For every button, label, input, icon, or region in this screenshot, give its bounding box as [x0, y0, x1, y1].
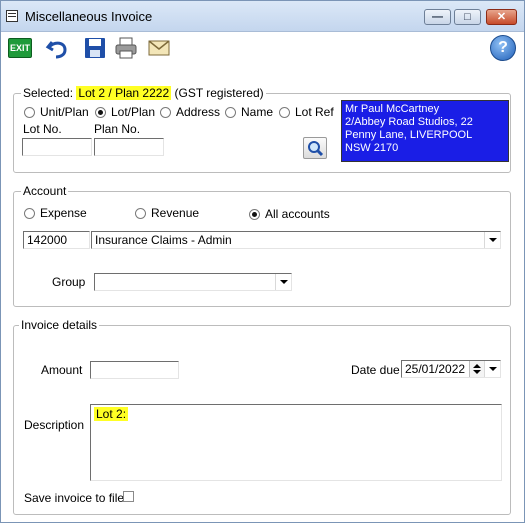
description-label: Description [24, 418, 85, 432]
plan-no-label: Plan No. [94, 122, 141, 136]
radio-all-accounts[interactable] [249, 209, 260, 220]
radio-name-label: Name [241, 105, 274, 119]
group-label: Group [52, 275, 86, 289]
selected-prefix: Selected: [23, 86, 74, 100]
selected-lot-plan: Lot 2 / Plan 2222 [76, 86, 172, 100]
amount-input[interactable] [90, 361, 179, 379]
search-icon [308, 141, 324, 157]
radio-unit-plan-label: Unit/Plan [40, 105, 89, 119]
date-due-label: Date due [351, 363, 400, 377]
exit-button[interactable]: EXIT [8, 38, 32, 58]
minimize-icon: — [432, 11, 443, 23]
account-name-select[interactable]: Insurance Claims - Admin [91, 231, 501, 249]
address-line: Penny Lane, LIVERPOOL [345, 129, 473, 141]
account-legend: Account [21, 184, 69, 198]
window-title: Miscellaneous Invoice [25, 9, 153, 24]
save-invoice-checkbox[interactable] [123, 491, 134, 502]
selected-legend: Selected: Lot 2 / Plan 2222 (GST registe… [21, 86, 266, 100]
maximize-button[interactable]: □ [454, 9, 481, 25]
description-value: Lot 2: [94, 407, 129, 421]
radio-lot-ref-label: Lot Ref [295, 105, 334, 119]
undo-icon[interactable] [45, 36, 69, 60]
address-line: 2/Abbey Road Studios, 22 [345, 116, 473, 128]
title-bar: Miscellaneous Invoice — □ ✕ [1, 1, 524, 32]
print-icon[interactable] [114, 36, 138, 60]
maximize-icon: □ [464, 11, 471, 23]
radio-lot-plan-label: Lot/Plan [111, 105, 156, 119]
radio-all-accounts-label: All accounts [265, 207, 330, 221]
close-button[interactable]: ✕ [486, 9, 517, 25]
description-textarea[interactable]: Lot 2: [90, 404, 502, 481]
save-icon[interactable] [83, 36, 107, 60]
close-icon: ✕ [496, 11, 507, 23]
radio-revenue-label: Revenue [151, 206, 200, 220]
group-select[interactable] [94, 273, 292, 291]
radio-address[interactable] [160, 107, 171, 118]
toolbar: EXIT ? [1, 32, 524, 66]
radio-revenue[interactable] [135, 208, 146, 219]
address-line: NSW 2170 [345, 142, 399, 154]
search-button[interactable] [303, 137, 327, 159]
selected-gst: (GST registered) [174, 86, 264, 100]
radio-expense-label: Expense [40, 206, 87, 220]
radio-unit-plan[interactable] [24, 107, 35, 118]
plan-no-input[interactable] [94, 138, 164, 156]
lot-no-label: Lot No. [23, 122, 62, 136]
radio-lot-plan[interactable] [95, 107, 106, 118]
date-due-value: 25/01/2022 [405, 362, 466, 376]
account-name-value: Insurance Claims - Admin [95, 233, 232, 247]
radio-address-label: Address [176, 105, 221, 119]
minimize-button[interactable]: — [424, 9, 451, 25]
misc-invoice-window: Miscellaneous Invoice — □ ✕ EXIT ? Selec… [0, 0, 525, 523]
radio-expense[interactable] [24, 208, 35, 219]
help-button[interactable]: ? [490, 35, 516, 61]
radio-name[interactable] [225, 107, 236, 118]
date-due-picker[interactable]: 25/01/2022 [401, 360, 501, 378]
save-invoice-label: Save invoice to file [24, 491, 125, 505]
spinner-arrows-icon [473, 364, 481, 374]
chevron-down-icon[interactable] [275, 274, 291, 290]
app-icon [6, 10, 18, 22]
radio-lot-ref[interactable] [279, 107, 290, 118]
email-icon[interactable] [147, 36, 171, 60]
date-spinner[interactable] [469, 361, 484, 377]
address-display: Mr Paul McCartney 2/Abbey Road Studios, … [341, 100, 509, 162]
chevron-down-icon[interactable] [484, 361, 500, 377]
address-line: Mr Paul McCartney [345, 103, 440, 115]
invoice-details-legend: Invoice details [19, 318, 100, 332]
amount-label: Amount [41, 363, 83, 377]
account-code-input[interactable]: 142000 [23, 231, 90, 249]
lot-no-input[interactable] [22, 138, 92, 156]
chevron-down-icon[interactable] [484, 232, 500, 248]
